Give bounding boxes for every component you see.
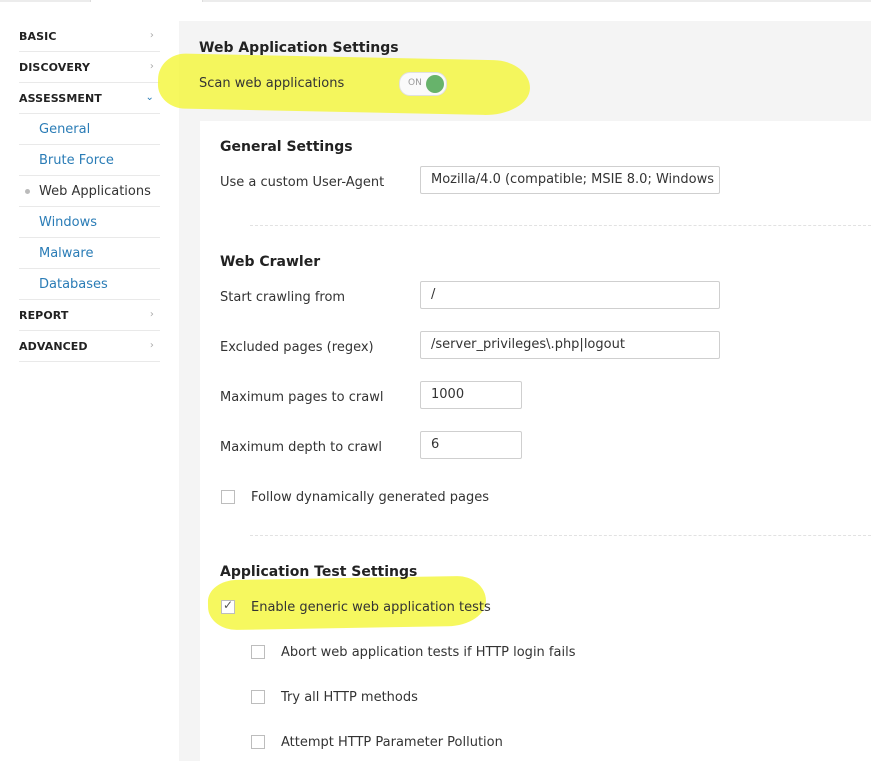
settings-sidebar: BASIC › DISCOVERY › ASSESSMENT ⌄ General…: [19, 21, 160, 362]
max-pages-label: Maximum pages to crawl: [220, 390, 384, 405]
toggle-knob: [426, 75, 444, 93]
sidebar-subitem-malware[interactable]: Malware: [19, 238, 160, 269]
enable-generic-tests-label: Enable generic web application tests: [251, 600, 491, 615]
sidebar-item-label: ASSESSMENT: [19, 91, 102, 105]
web-app-settings-title: Web Application Settings: [199, 40, 399, 56]
excluded-pages-input[interactable]: /server_privileges\.php|logout: [420, 331, 720, 359]
sidebar-item-label: DISCOVERY: [19, 60, 91, 74]
sidebar-subitem-label: Databases: [39, 276, 108, 292]
sidebar-item-advanced[interactable]: ADVANCED ›: [19, 331, 160, 362]
sidebar-subitem-databases[interactable]: Databases: [19, 269, 160, 300]
section-divider: [250, 225, 871, 226]
section-divider: [250, 535, 871, 536]
try-all-methods-label: Try all HTTP methods: [281, 690, 418, 705]
abort-on-login-fail-checkbox[interactable]: [251, 645, 265, 659]
scan-web-apps-toggle[interactable]: ON: [399, 72, 447, 96]
chevron-right-icon: ›: [149, 61, 154, 72]
sidebar-item-label: BASIC: [19, 29, 57, 43]
sidebar-item-report[interactable]: REPORT ›: [19, 300, 160, 331]
chevron-right-icon: ›: [149, 309, 154, 320]
user-agent-label: Use a custom User-Agent: [220, 175, 385, 190]
toggle-state-text: ON: [408, 78, 422, 88]
sidebar-item-label: REPORT: [19, 308, 69, 322]
sidebar-subitem-label: General: [39, 121, 91, 137]
user-agent-input[interactable]: Mozilla/4.0 (compatible; MSIE 8.0; Windo…: [420, 166, 720, 194]
follow-dynamic-label: Follow dynamically generated pages: [251, 490, 490, 505]
sidebar-subitem-label: Brute Force: [39, 152, 114, 168]
top-tab-edge: [202, 0, 289, 2]
check-icon: ✓: [223, 598, 234, 612]
web-crawler-title: Web Crawler: [220, 254, 321, 270]
abort-on-login-fail-label: Abort web application tests if HTTP logi…: [281, 645, 576, 660]
sidebar-subitem-label: Windows: [39, 214, 98, 230]
sidebar-item-discovery[interactable]: DISCOVERY ›: [19, 52, 160, 83]
sidebar-subitem-label: Web Applications: [39, 183, 151, 199]
start-crawling-label: Start crawling from: [220, 290, 346, 305]
sidebar-subitem-general[interactable]: General: [19, 114, 160, 145]
sidebar-item-label: ADVANCED: [19, 339, 88, 353]
chevron-right-icon: ›: [149, 30, 154, 41]
max-pages-input[interactable]: 1000: [420, 381, 522, 409]
sidebar-item-assessment[interactable]: ASSESSMENT ⌄: [19, 83, 160, 114]
try-all-methods-checkbox[interactable]: [251, 690, 265, 704]
scan-web-apps-label: Scan web applications: [199, 76, 345, 91]
app-test-settings-title: Application Test Settings: [220, 564, 418, 580]
param-pollution-label: Attempt HTTP Parameter Pollution: [281, 735, 503, 750]
param-pollution-checkbox[interactable]: [251, 735, 265, 749]
follow-dynamic-checkbox[interactable]: [221, 490, 235, 504]
sidebar-subitem-label: Malware: [39, 245, 94, 261]
max-depth-label: Maximum depth to crawl: [220, 440, 383, 455]
active-indicator-dot: [25, 189, 30, 194]
sidebar-subitem-brute-force[interactable]: Brute Force: [19, 145, 160, 176]
sidebar-subitem-windows[interactable]: Windows: [19, 207, 160, 238]
general-settings-title: General Settings: [220, 139, 353, 155]
start-crawling-input[interactable]: /: [420, 281, 720, 309]
enable-generic-tests-checkbox[interactable]: ✓: [221, 598, 235, 614]
top-tab-edge: [90, 0, 203, 2]
max-depth-input[interactable]: 6: [420, 431, 522, 459]
sidebar-subitem-web-applications[interactable]: Web Applications: [19, 176, 160, 207]
chevron-down-icon: ⌄: [145, 92, 154, 103]
chevron-right-icon: ›: [149, 340, 154, 351]
excluded-pages-label: Excluded pages (regex): [220, 340, 374, 355]
sidebar-item-basic[interactable]: BASIC ›: [19, 21, 160, 52]
